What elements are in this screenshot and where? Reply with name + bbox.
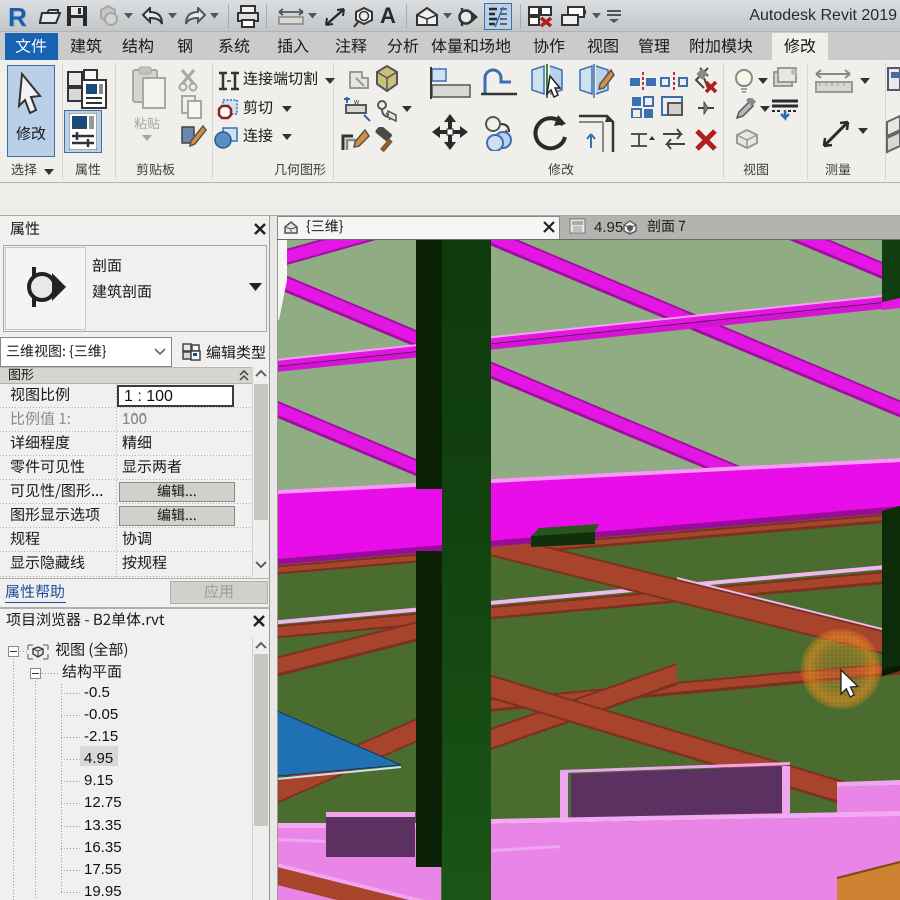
svg-text:w: w [353,99,360,106]
